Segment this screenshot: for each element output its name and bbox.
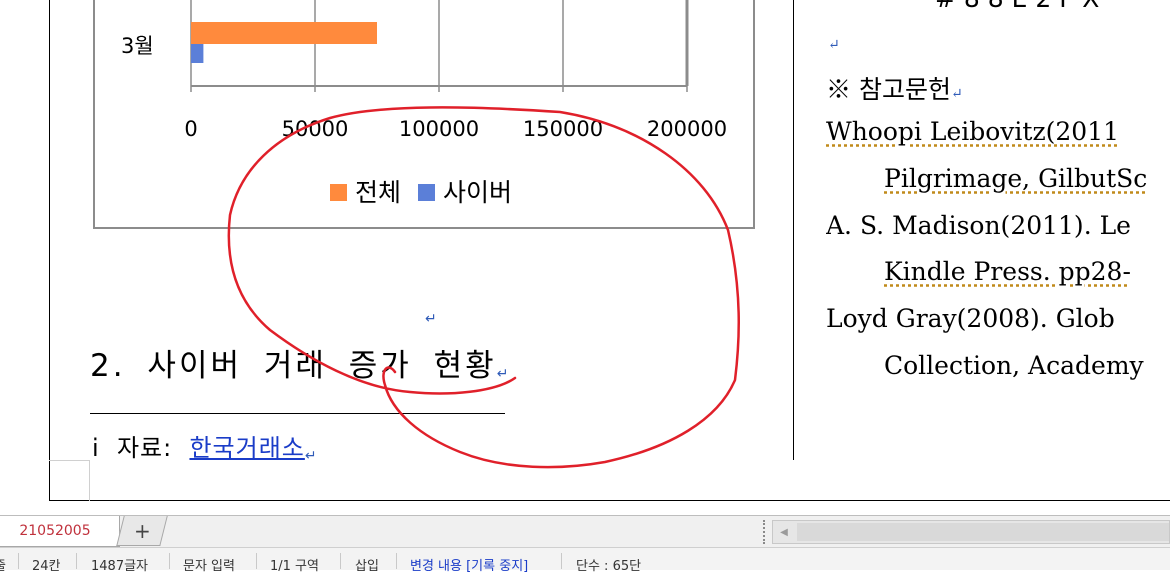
section-heading-text: 2. 사이버 거래 증가 현황 — [90, 348, 497, 384]
status-bar: 줄 24칸 1487글자 문자 입력 1/1 구역 삽입 변경 내용 [기록 중… — [0, 547, 1170, 574]
footnote[interactable]: i 자료: 한국거래소↵ — [92, 428, 318, 463]
x-tick-label: 100000 — [399, 117, 479, 141]
chart-object[interactable]: 3월 0 50000 100000 150000 200000 전체 사이버 — [93, 0, 755, 229]
status-insert-mode[interactable]: 삽입 — [355, 555, 379, 574]
status-column: 24칸 — [32, 559, 61, 574]
bar-cyber-3월 — [191, 44, 204, 63]
x-tick-label: 0 — [184, 117, 197, 141]
scroll-left-arrow-icon[interactable]: ◀ — [773, 521, 795, 543]
document-tab-label: 21052005 — [19, 523, 91, 539]
paragraph-mark: ↵ — [304, 448, 318, 464]
reference-line-5: Loyd Gray(2008). Glob — [826, 304, 1115, 333]
x-tick-label: 200000 — [647, 117, 727, 141]
paragraph-mark: ↵ — [425, 311, 437, 327]
reference-line-3: A. S. Madison(2011). Le — [826, 211, 1131, 240]
plus-icon: + — [133, 518, 151, 543]
bar-chart: 3월 0 50000 100000 150000 200000 전체 사이버 — [121, 0, 727, 207]
reference-line-1-text: Whoopi Leibovitz(2011 — [826, 117, 1120, 146]
category-label: 3월 — [121, 34, 154, 58]
status-char-count: 1487글자 — [91, 559, 149, 574]
splitter-grip[interactable] — [763, 520, 769, 544]
x-tick-label: 150000 — [523, 117, 603, 141]
reference-line-6-text: Collection, Academy — [884, 351, 1144, 380]
horizontal-scrollbar[interactable]: ◀ — [772, 520, 1170, 544]
status-line: 줄 — [0, 555, 6, 574]
references-column[interactable]: ↵ ※ 참고문헌↵ Whoopi Leibovitz(2011 Pilgrima… — [826, 0, 1170, 460]
column-divider — [793, 0, 794, 460]
reference-line-3-text: A. S. Madison(2011). Le — [826, 211, 1131, 240]
legend-swatch-cyber — [418, 184, 435, 201]
x-tick-label: 50000 — [282, 117, 349, 141]
reference-line-6: Collection, Academy — [884, 351, 1144, 380]
references-title-text: ※ 참고문헌 — [826, 75, 951, 104]
reference-line-4: Kindle Press. pp28- — [884, 257, 1131, 286]
paragraph-mark: ↵ — [828, 37, 840, 53]
references-title: ※ 참고문헌↵ — [826, 70, 963, 106]
footnote-label: 자료: — [116, 434, 173, 462]
status-section: 1/1 구역 — [270, 559, 319, 574]
legend-label-total: 전체 — [355, 178, 401, 207]
footnote-rule — [90, 413, 505, 414]
paragraph-mark: ↵ — [950, 86, 963, 102]
legend-label-cyber: 사이버 — [443, 178, 512, 207]
page-corner-mark — [49, 460, 90, 501]
section-heading[interactable]: 2. 사이버 거래 증가 현황↵ — [90, 340, 511, 385]
sheet-tab-bar: 21052005 + ◀ — [0, 515, 1170, 547]
paragraph-mark: ↵ — [496, 366, 512, 382]
document-editor-area[interactable]: 3월 0 50000 100000 150000 200000 전체 사이버 ↵ 2. 사이버… — [0, 0, 1170, 515]
reference-line-1: Whoopi Leibovitz(2011 — [826, 117, 1119, 146]
legend-swatch-total — [330, 184, 347, 201]
status-input-mode[interactable]: 문자 입력 — [183, 555, 235, 574]
status-track-changes[interactable]: 변경 내용 [기록 중지] — [410, 555, 528, 574]
footnote-marker: i — [92, 434, 100, 462]
bar-total-3월 — [191, 22, 377, 44]
scroll-thumb[interactable] — [797, 523, 1169, 541]
cut-off-text-line: # 8 8 E 2 P X — [935, 0, 1099, 13]
add-tab-button[interactable]: + — [116, 516, 168, 546]
reference-line-5-text: Loyd Gray(2008). Glob — [826, 304, 1115, 333]
status-columns: 단수 : 65단 — [576, 559, 642, 574]
reference-line-2: Pilgrimage, GilbutSc — [884, 164, 1147, 193]
source-link[interactable]: 한국거래소 — [189, 434, 304, 462]
reference-line-2-text: Pilgrimage, GilbutSc — [884, 164, 1148, 193]
document-tab[interactable]: 21052005 — [0, 516, 120, 547]
reference-line-4-text: Kindle Press. pp28- — [884, 257, 1131, 286]
